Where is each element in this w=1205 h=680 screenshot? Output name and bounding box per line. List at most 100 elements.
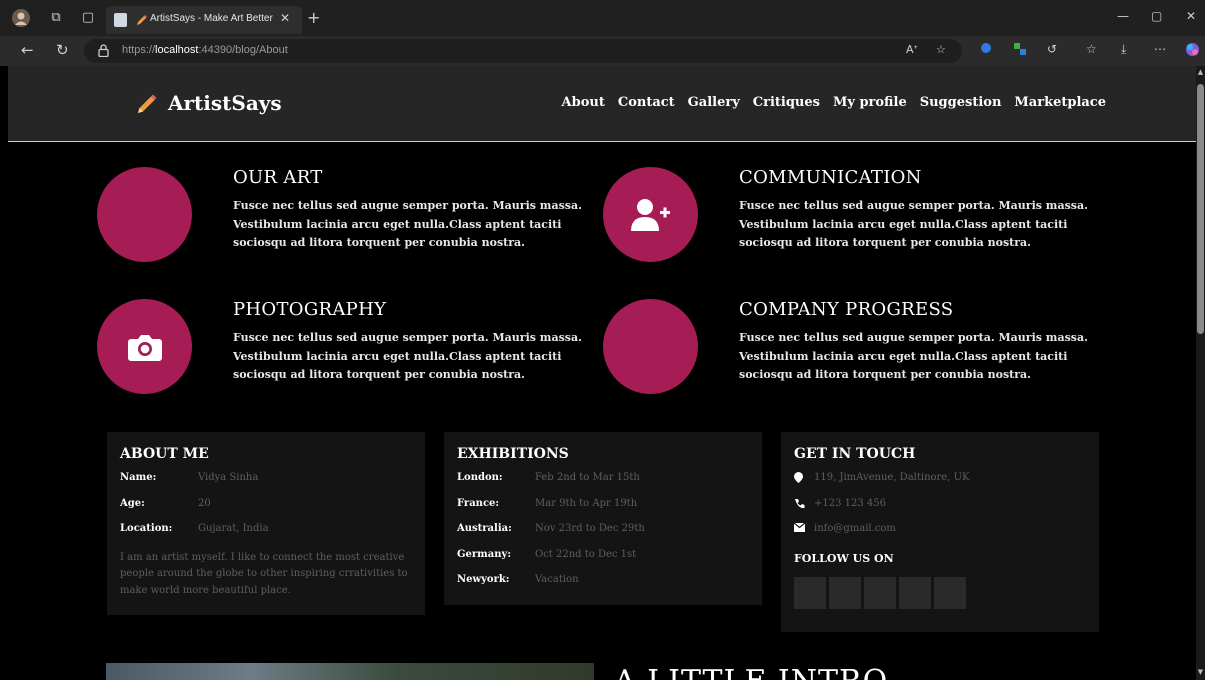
tab-active[interactable]: ArtistSays - Make Art Better ✕ — [106, 6, 302, 34]
feature-our-art: OUR ART Fusce nec tellus sed augue sempe… — [97, 167, 597, 267]
feature-photography: PHOTOGRAPHY Fusce nec tellus sed augue s… — [97, 299, 597, 399]
pencil-logo-icon — [138, 94, 157, 113]
page-viewport: ArtistSays About Contact Gallery Critiqu… — [8, 66, 1196, 680]
card-title: ABOUT ME — [120, 446, 209, 462]
tab-bar: ⧉ ▢ ArtistSays - Make Art Better ✕ + — ▢… — [0, 0, 1205, 36]
feature-title: OUR ART — [233, 167, 323, 188]
more-options-icon[interactable]: ⋯ — [1154, 42, 1166, 56]
lock-icon — [98, 44, 109, 57]
new-tab-icon[interactable]: + — [307, 8, 320, 27]
workspaces-icon[interactable]: ⧉ — [47, 9, 65, 27]
field-value: Mar 9th to Apr 19th — [535, 497, 638, 509]
extension-green-icon[interactable] — [1013, 42, 1027, 59]
restore-icon[interactable]: ▢ — [1151, 9, 1162, 23]
card-title: EXHIBITIONS — [457, 446, 569, 462]
card-title: GET IN TOUCH — [794, 446, 916, 462]
nav-about[interactable]: About — [562, 95, 605, 110]
about-description: I am an artist myself. I like to connect… — [120, 551, 408, 596]
intro-title: A LITTLE INTRO — [614, 664, 888, 680]
social-link-3[interactable] — [864, 576, 896, 609]
exhibition-row: France: Mar 9th to Apr 19th — [457, 498, 749, 524]
exhibition-row: Germany: Oct 22nd to Dec 1st — [457, 549, 749, 575]
minimize-icon[interactable]: — — [1117, 9, 1129, 23]
contact-phone[interactable]: +123 123 456 — [814, 498, 886, 509]
about-me-card: ABOUT ME Name: Vidya Sinha Age: 20 Locatio… — [107, 432, 425, 615]
field-label: Location: — [120, 523, 173, 534]
field-label: Australia: — [457, 523, 512, 534]
feature-company-progress: COMPANY PROGRESS Fusce nec tellus sed au… — [603, 299, 1103, 399]
downloads-icon[interactable]: ⤓ — [1121, 42, 1126, 57]
address-bar[interactable]: https://localhost:44390/blog/About Aᐩ ☆ — [84, 39, 962, 63]
field-value: 20 — [198, 497, 211, 509]
phone-icon — [794, 498, 814, 512]
feature-text: Fusce nec tellus sed augue semper porta.… — [739, 199, 1088, 249]
contact-phone-row: +123 123 456 — [794, 498, 1086, 524]
nav-critiques[interactable]: Critiques — [753, 95, 820, 110]
extension-blue-icon[interactable] — [980, 42, 992, 57]
social-links — [794, 576, 1086, 609]
contact-address: 119, JimAvenue, Daltinore, UK — [814, 472, 970, 483]
browser-toolbar: ← ↻ https://localhost:44390/blog/About A… — [0, 36, 1205, 66]
back-icon[interactable]: ← — [21, 41, 34, 59]
feature-circle — [97, 167, 192, 262]
social-link-5[interactable] — [934, 576, 966, 609]
social-link-2[interactable] — [829, 576, 861, 609]
field-value: Vacation — [535, 574, 579, 585]
scroll-thumb[interactable] — [1197, 84, 1204, 334]
social-link-1[interactable] — [794, 576, 826, 609]
scroll-up-icon[interactable]: ▲ — [1196, 68, 1205, 76]
profile-avatar-icon[interactable] — [12, 9, 30, 27]
tab-title: ArtistSays - Make Art Better — [150, 13, 273, 24]
field-value: Oct 22nd to Dec 1st — [535, 548, 637, 560]
nav-suggestion[interactable]: Suggestion — [920, 95, 1002, 110]
refresh-icon[interactable]: ↻ — [56, 41, 69, 59]
read-aloud-icon[interactable]: Aᐩ — [906, 43, 918, 56]
feature-text: Fusce nec tellus sed augue semper porta.… — [233, 199, 582, 249]
contact-email[interactable]: info@gmail.com — [814, 523, 896, 534]
field-value: Gujarat, India — [198, 523, 269, 534]
scroll-down-icon[interactable]: ▼ — [1196, 668, 1205, 676]
tab-actions-icon[interactable]: ▢ — [79, 9, 97, 27]
feature-text: Fusce nec tellus sed augue semper porta.… — [739, 331, 1088, 381]
nav-gallery[interactable]: Gallery — [688, 95, 740, 110]
nav-contact[interactable]: Contact — [618, 95, 675, 110]
main-nav: About Contact Gallery Critiques My profi… — [562, 95, 1106, 110]
field-label: Newyork: — [457, 574, 510, 585]
nav-my-profile[interactable]: My profile — [833, 95, 907, 110]
envelope-icon — [793, 522, 814, 535]
site-header: ArtistSays About Contact Gallery Critiqu… — [8, 66, 1196, 142]
copilot-icon[interactable] — [1185, 42, 1200, 60]
camera-icon — [127, 334, 162, 361]
get-in-touch-card: GET IN TOUCH 119, JimAvenue, Daltinore, … — [781, 432, 1099, 632]
field-value: Vidya Sinha — [198, 472, 259, 483]
close-tab-icon[interactable]: ✕ — [280, 11, 290, 25]
nav-marketplace[interactable]: Marketplace — [1014, 95, 1106, 110]
favorite-star-icon[interactable]: ☆ — [936, 43, 946, 56]
map-pin-icon — [794, 472, 814, 486]
feature-title: PHOTOGRAPHY — [233, 299, 387, 320]
feature-circle — [603, 299, 698, 394]
close-window-icon[interactable]: ✕ — [1186, 9, 1196, 23]
feature-communication: COMMUNICATION Fusce nec tellus sed augue… — [603, 167, 1103, 267]
favorites-bar-icon[interactable]: ☆ — [1086, 42, 1097, 56]
exhibitions-card: EXHIBITIONS London: Feb 2nd to Mar 15th F… — [444, 432, 762, 605]
contact-address-row: 119, JimAvenue, Daltinore, UK — [794, 472, 1086, 498]
feature-title: COMMUNICATION — [739, 167, 922, 188]
field-label: Age: — [120, 497, 145, 509]
field-label: Germany: — [457, 548, 512, 560]
feature-circle — [97, 299, 192, 394]
pencil-favicon-icon — [137, 15, 147, 25]
about-row: Name: Vidya Sinha — [120, 472, 412, 498]
browser-chrome: ⧉ ▢ ArtistSays - Make Art Better ✕ + — ▢… — [0, 0, 1205, 66]
page-scrollbar[interactable]: ▲ ▼ — [1196, 66, 1205, 680]
field-label: London: — [457, 472, 503, 483]
about-row: Age: 20 — [120, 498, 412, 524]
feature-text: Fusce nec tellus sed augue semper porta.… — [233, 331, 582, 381]
contact-email-row: info@gmail.com — [793, 522, 1086, 549]
social-link-4[interactable] — [899, 576, 931, 609]
extension-puzzle-icon[interactable]: ↺ — [1047, 42, 1057, 56]
field-label: Name: — [120, 472, 157, 483]
follow-us-heading: FOLLOW US ON — [794, 551, 894, 565]
about-row: Location: Gujarat, India — [120, 523, 412, 549]
feature-title: COMPANY PROGRESS — [739, 299, 954, 320]
